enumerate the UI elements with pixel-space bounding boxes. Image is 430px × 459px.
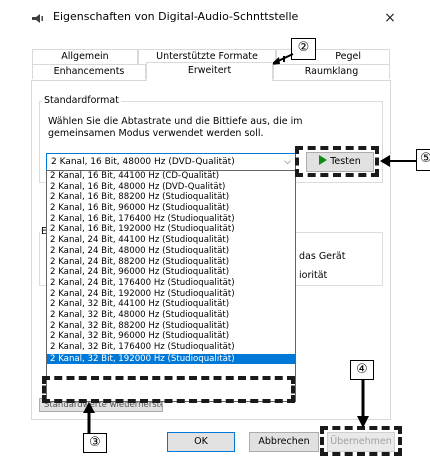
callout-5: ⑤ [416, 149, 430, 171]
sample-rate-select[interactable]: 2 Kanal, 16 Bit, 48000 Hz (DVD-Qualität)… [46, 153, 296, 171]
description-line-1: Wählen Sie die Abtastrate und die Bittie… [48, 116, 303, 127]
callout-3: ③ [83, 433, 107, 453]
description-line-2: gemeinsamen Modus verwendet werden soll. [48, 128, 264, 139]
dropdown-option[interactable]: 2 Kanal, 24 Bit, 96000 Hz (Studioqualitä… [47, 267, 295, 278]
chevron-down-icon[interactable]: ⌵ [284, 154, 291, 170]
dropdown-option[interactable]: 2 Kanal, 16 Bit, 192000 Hz (Studioqualit… [47, 224, 295, 235]
dropdown-option[interactable]: 2 Kanal, 16 Bit, 88200 Hz (Studioqualitä… [47, 192, 295, 203]
dropdown-option[interactable]: 2 Kanal, 16 Bit, 96000 Hz (Studioqualitä… [47, 203, 295, 214]
dropdown-option[interactable]: 2 Kanal, 24 Bit, 44100 Hz (Studioqualitä… [47, 235, 295, 246]
sample-rate-selected-value: 2 Kanal, 16 Bit, 48000 Hz (DVD-Qualität) [51, 157, 235, 167]
callout-5-arrow [380, 155, 419, 167]
dropdown-option[interactable]: 2 Kanal, 32 Bit, 96000 Hz (Studioqualitä… [47, 331, 295, 342]
dropdown-option[interactable]: 2 Kanal, 32 Bit, 44100 Hz (Studioqualitä… [47, 299, 295, 310]
standardformat-description: Wählen Sie die Abtastrate und die Bittie… [48, 116, 348, 140]
dropdown-option[interactable]: 2 Kanal, 24 Bit, 88200 Hz (Studioqualitä… [47, 257, 295, 268]
callout-4-arrow [357, 380, 369, 428]
tab-enhancements[interactable]: Enhancements [32, 64, 146, 79]
dropdown-option[interactable]: 2 Kanal, 32 Bit, 192000 Hz (Studioqualit… [47, 353, 295, 365]
window-title: Eigenschaften von Digital-Audio-Schnttst… [53, 10, 299, 23]
title-bar: Eigenschaften von Digital-Audio-Schnttst… [0, 0, 430, 36]
callout-4: ④ [350, 360, 374, 380]
dropdown-option[interactable]: 2 Kanal, 32 Bit, 48000 Hz (Studioqualitä… [47, 310, 295, 321]
dropdown-option[interactable]: 2 Kanal, 16 Bit, 44100 Hz (CD-Qualität) [47, 171, 295, 182]
exklusiv-text-fragment-b: iorität [299, 270, 328, 281]
dropdown-option[interactable]: 2 Kanal, 16 Bit, 48000 Hz (DVD-Qualität) [47, 182, 295, 193]
highlight-apply-button [320, 426, 402, 456]
dropdown-option[interactable]: 2 Kanal, 32 Bit, 88200 Hz (Studioqualitä… [47, 321, 295, 332]
dropdown-option[interactable]: 2 Kanal, 32 Bit, 176400 Hz (Studioqualit… [47, 342, 295, 353]
properties-window: Eigenschaften von Digital-Audio-Schnttst… [0, 0, 430, 459]
dropdown-option[interactable]: 2 Kanal, 24 Bit, 48000 Hz (Studioqualitä… [47, 246, 295, 257]
callout-3-arrow [83, 402, 95, 436]
close-button[interactable]: × [378, 8, 402, 28]
tab-raumklang[interactable]: Raumklang [273, 64, 390, 79]
ok-button[interactable]: OK [167, 432, 235, 452]
cancel-button[interactable]: Abbrechen [249, 432, 319, 452]
tab-allgemein[interactable]: Allgemein [32, 49, 138, 64]
standardformat-legend: Standardformat [42, 95, 121, 106]
dropdown-option[interactable]: 2 Kanal, 24 Bit, 176400 Hz (Studioqualit… [47, 278, 295, 289]
speaker-icon [32, 14, 43, 23]
highlight-test-button [295, 146, 379, 177]
sample-rate-dropdown-list[interactable]: 2 Kanal, 16 Bit, 44100 Hz (CD-Qualität) 2… [46, 170, 296, 402]
tab-erweitert[interactable]: Erweitert [146, 62, 273, 81]
highlight-selected-option [42, 376, 295, 403]
dropdown-option[interactable]: 2 Kanal, 16 Bit, 176400 Hz (Studioqualit… [47, 214, 295, 225]
exklusiv-text-fragment-a: das Gerät [299, 251, 346, 262]
dropdown-option[interactable]: 2 Kanal, 24 Bit, 192000 Hz (Studioqualit… [47, 289, 295, 300]
